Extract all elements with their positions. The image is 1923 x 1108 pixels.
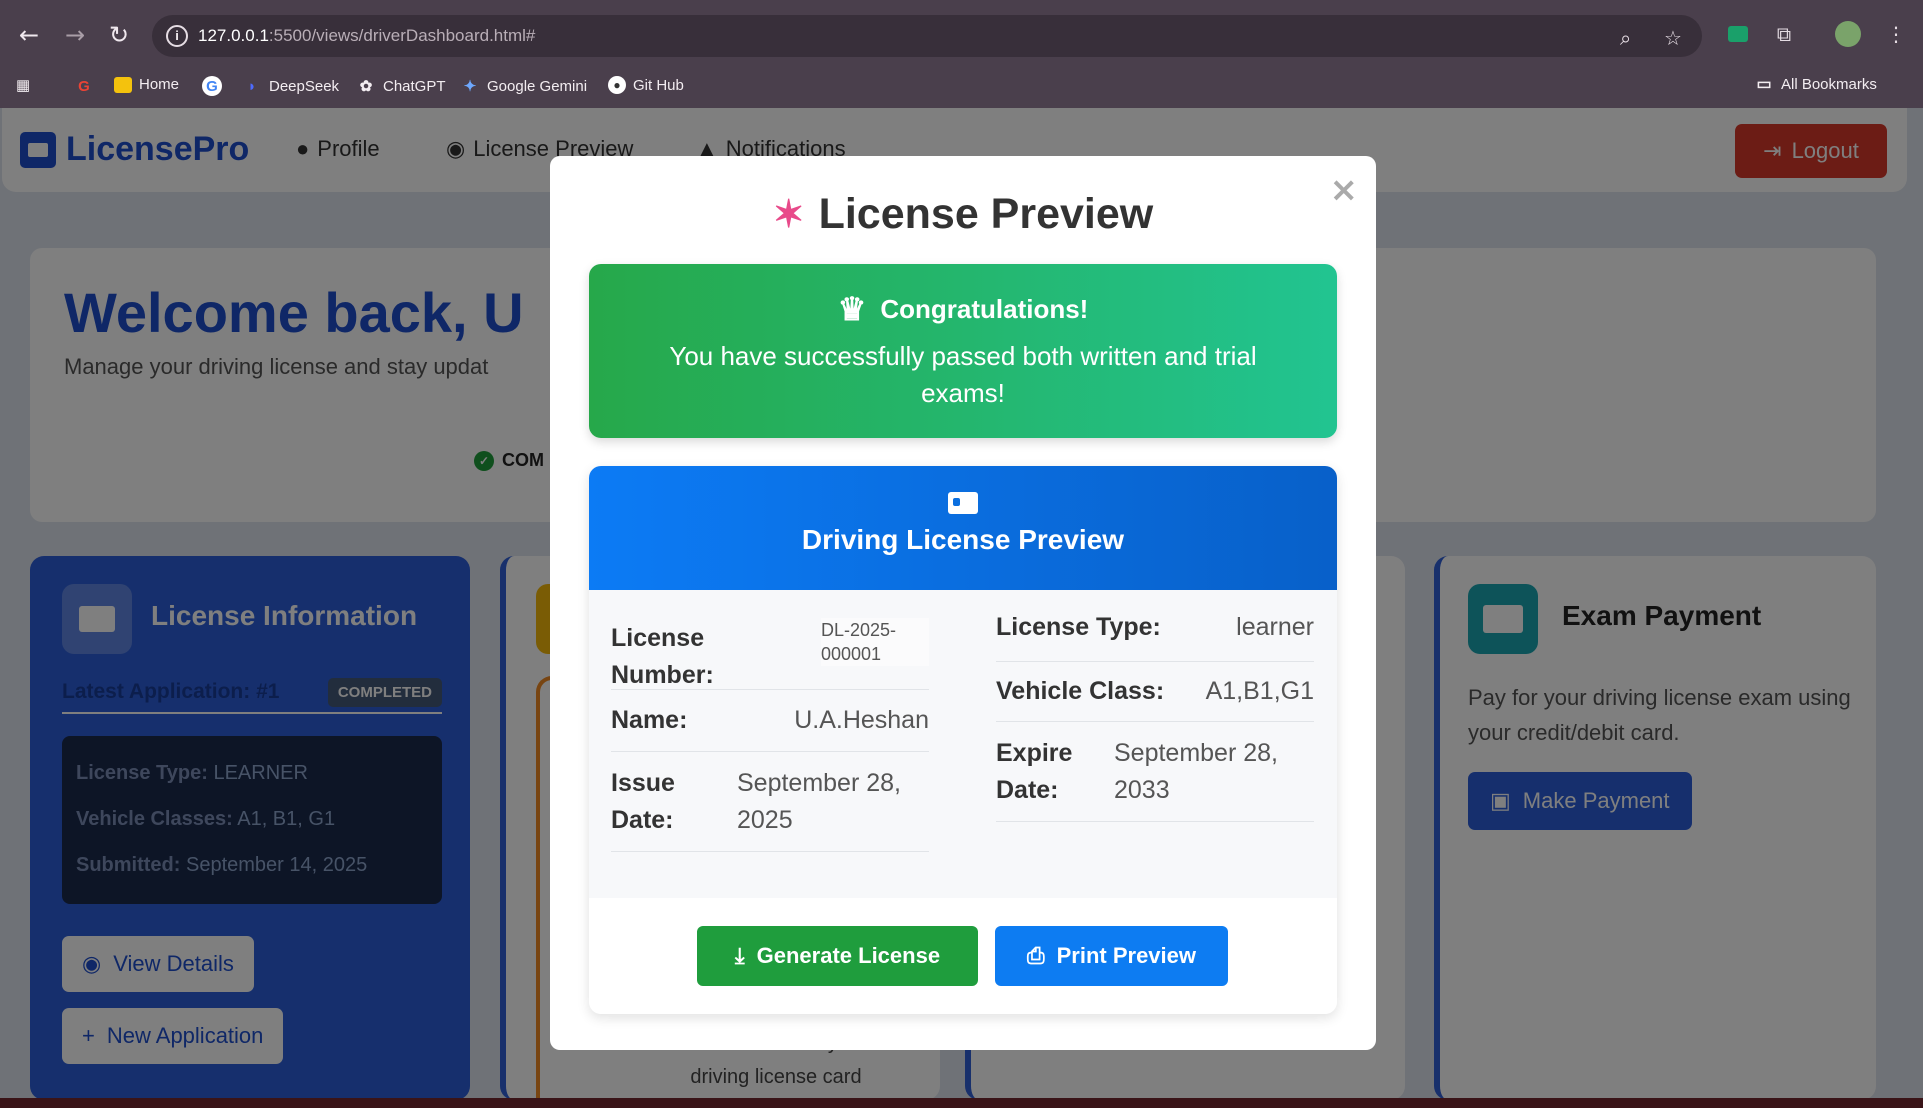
bookmark-label: Google Gemini bbox=[487, 77, 588, 95]
bookmark-label: DeepSeek bbox=[269, 77, 340, 95]
modal-title-row: ✶ License Preview bbox=[550, 190, 1376, 239]
vehicle-class-value: A1,B1,G1 bbox=[1205, 677, 1314, 705]
license-number-value: DL-2025-000001 bbox=[821, 618, 929, 666]
url-host: 127.0.0.1 bbox=[198, 26, 269, 45]
license-type-value: learner bbox=[1236, 613, 1314, 641]
expire-date-value: September 28, 2033 bbox=[1114, 738, 1278, 804]
field-vehicle-class: Vehicle Class: A1,B1,G1 bbox=[996, 662, 1314, 722]
print-preview-label: Print Preview bbox=[1056, 943, 1196, 968]
taskbar-strip bbox=[0, 1098, 1923, 1108]
bookmarks-bar: ▦ G Home G ◗ DeepSeek ✿ ChatGPT ✦ Google Ge… bbox=[0, 64, 1923, 109]
extension-mail-icon[interactable] bbox=[1724, 20, 1752, 48]
google-icon[interactable]: G bbox=[202, 76, 222, 96]
congratulations-banner: ♛ Congratulations! You have successfully … bbox=[589, 264, 1337, 438]
congrats-title: Congratulations! bbox=[880, 293, 1089, 324]
field-expire-date: Expire Date: September 28, 2033 bbox=[996, 722, 1314, 822]
url-path: :5500/views/driverDashboard.html# bbox=[268, 26, 536, 45]
trophy-icon: ♛ bbox=[837, 291, 867, 327]
reload-icon[interactable]: ↻ bbox=[104, 20, 134, 50]
field-issue-date: Issue Date: September 28, 2025 bbox=[611, 752, 929, 852]
download-icon: ⤓ bbox=[734, 943, 745, 968]
generate-license-button[interactable]: ⤓ Generate License bbox=[697, 926, 978, 986]
apps-grid-icon[interactable]: ▦ bbox=[16, 76, 30, 94]
congrats-title-row: ♛ Congratulations! bbox=[589, 290, 1337, 328]
bookmark-star-icon[interactable]: ☆ bbox=[1664, 26, 1682, 50]
bookmark-github[interactable]: ● Git Hub bbox=[608, 76, 684, 94]
modal-title: License Preview bbox=[818, 190, 1154, 238]
name-value: U.A.Heshan bbox=[794, 706, 929, 734]
name-label: Name: bbox=[611, 706, 688, 734]
bookmark-deepseek[interactable]: ◗ DeepSeek bbox=[242, 76, 339, 96]
generate-license-label: Generate License bbox=[756, 943, 941, 968]
zoom-icon[interactable]: ⌕ bbox=[1620, 26, 1631, 50]
bookmark-label: Git Hub bbox=[633, 76, 684, 94]
profile-avatar-icon[interactable] bbox=[1834, 20, 1862, 48]
issue-date-value: September 28, 2025 bbox=[737, 768, 901, 834]
browser-menu-icon[interactable]: ⋮ bbox=[1882, 20, 1910, 48]
browser-toolbar: ← → ↻ i 127.0.0.1:5500/views/driverDashb… bbox=[0, 0, 1923, 71]
field-license-type: License Type: learner bbox=[996, 590, 1314, 662]
expire-date-label: Expire Date: bbox=[996, 738, 1073, 804]
extensions-puzzle-icon[interactable]: ⧉ bbox=[1770, 20, 1798, 48]
bookmark-chatgpt[interactable]: ✿ ChatGPT bbox=[356, 76, 446, 96]
license-type-label: License Type: bbox=[996, 613, 1161, 641]
license-card-header: Driving License Preview bbox=[589, 466, 1337, 590]
field-name: Name: U.A.Heshan bbox=[611, 690, 929, 752]
license-fields-right: License Type: learner Vehicle Class: A1,… bbox=[996, 590, 1314, 822]
site-info-icon[interactable]: i bbox=[166, 25, 188, 47]
license-card-title: Driving License Preview bbox=[801, 524, 1125, 555]
bookmark-gemini[interactable]: ✦ Google Gemini bbox=[460, 76, 587, 96]
license-preview-modal: × ✶ License Preview ♛ Congratulations! You… bbox=[550, 156, 1376, 1050]
license-card-actions: ⤓ Generate License ⎙ Print Preview bbox=[589, 898, 1337, 1014]
license-fields-left: License Number: DL-2025-000001 Name: U.A… bbox=[611, 590, 929, 852]
google-icon[interactable]: G bbox=[74, 76, 94, 96]
license-preview-card: Driving License Preview License Number: … bbox=[589, 466, 1337, 1014]
bookmark-home[interactable]: Home bbox=[114, 76, 179, 93]
print-icon: ⎙ bbox=[1027, 943, 1045, 968]
all-bookmarks-label: All Bookmarks bbox=[1781, 75, 1877, 93]
field-license-number: License Number: DL-2025-000001 bbox=[611, 590, 929, 690]
forward-icon[interactable]: → bbox=[60, 20, 90, 50]
address-bar[interactable]: i 127.0.0.1:5500/views/driverDashboard.h… bbox=[152, 15, 1702, 57]
congrats-message: You have successfully passed both writte… bbox=[669, 341, 1257, 408]
all-bookmarks[interactable]: ▭ All Bookmarks bbox=[1754, 74, 1877, 94]
id-card-icon bbox=[589, 466, 1337, 514]
party-popper-icon: ✶ bbox=[772, 194, 805, 236]
vehicle-class-label: Vehicle Class: bbox=[996, 677, 1165, 705]
bookmark-label: Home bbox=[139, 76, 180, 93]
back-icon[interactable]: ← bbox=[14, 20, 44, 50]
bookmark-label: ChatGPT bbox=[383, 77, 446, 95]
license-number-label: License Number: bbox=[611, 624, 714, 689]
issue-date-label: Issue Date: bbox=[611, 768, 675, 834]
print-preview-button[interactable]: ⎙ Print Preview bbox=[995, 926, 1228, 986]
